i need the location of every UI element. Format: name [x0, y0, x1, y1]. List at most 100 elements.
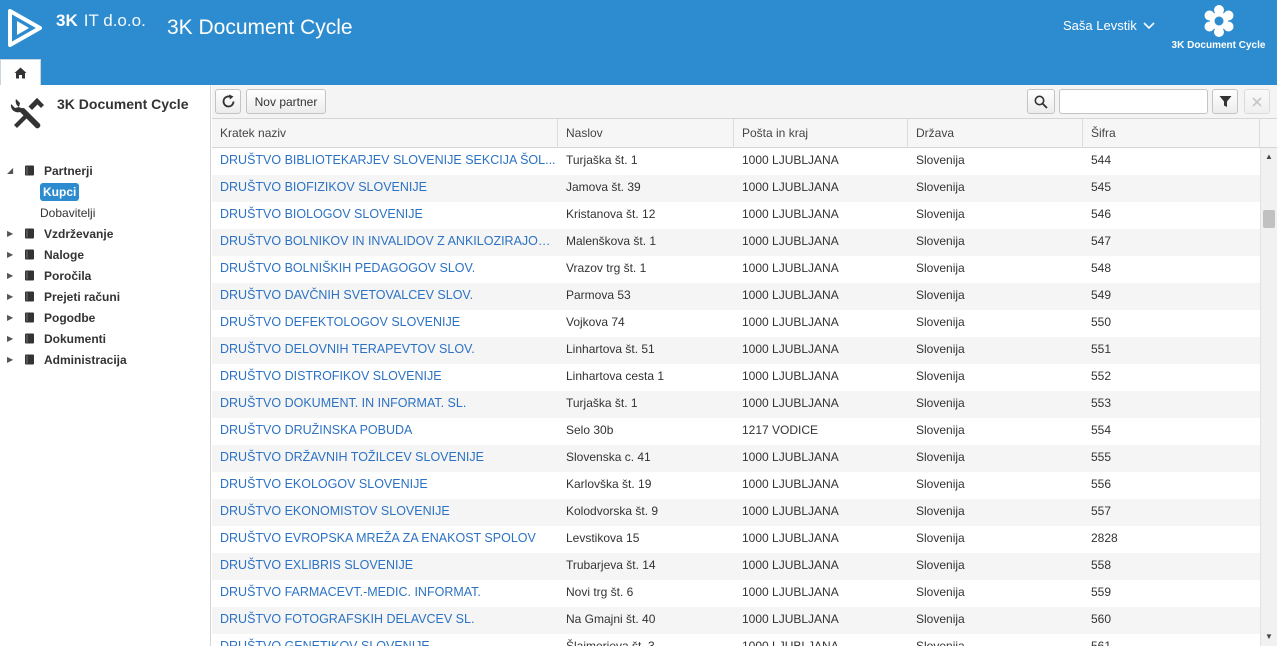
cell-kratek-naziv[interactable]: DRUŠTVO DISTROFIKOV SLOVENIJE: [212, 364, 558, 391]
table-row[interactable]: DRUŠTVO EKOLOGOV SLOVENIJE Karlovška št. …: [212, 472, 1260, 499]
cell-kratek-naziv[interactable]: DRUŠTVO GENETIKOV SLOVENIJE: [212, 634, 558, 646]
table-row[interactable]: DRUŠTVO DELOVNIH TERAPEVTOV SLOV. Linhart…: [212, 337, 1260, 364]
cell-kratek-naziv[interactable]: DRUŠTVO EXLIBRIS SLOVENIJE: [212, 553, 558, 580]
table-row[interactable]: DRUŠTVO EXLIBRIS SLOVENIJE Trubarjeva št.…: [212, 553, 1260, 580]
tree-item-label: Dokumenti: [44, 331, 107, 346]
table-row[interactable]: DRUŠTVO BOLNIŠKIH PEDAGOGOV SLOV. Vrazov …: [212, 256, 1260, 283]
brand-logo[interactable]: 3K Document Cycle: [1166, 4, 1271, 51]
table-row[interactable]: DRUŠTVO GENETIKOV SLOVENIJE Šlajmerjeva š…: [212, 634, 1260, 646]
scroll-up-arrow-icon[interactable]: ▲: [1261, 150, 1277, 164]
vertical-scrollbar[interactable]: ▲ ▼: [1260, 148, 1277, 646]
tree-item-pogodbe[interactable]: ▶ Pogodbe: [0, 307, 211, 328]
table-row[interactable]: DRUŠTVO BIOLOGOV SLOVENIJE Kristanova št.…: [212, 202, 1260, 229]
cell-posta-in-kraj: 1000 LJUBLJANA: [742, 369, 839, 383]
user-menu[interactable]: Saša Levstik: [1063, 18, 1155, 33]
refresh-icon: [222, 94, 234, 108]
cell-sifra: 561: [1091, 639, 1112, 646]
book-icon: [25, 354, 34, 365]
column-header-drzava[interactable]: Država: [908, 119, 1083, 148]
cell-kratek-naziv[interactable]: DRUŠTVO BOLNIŠKIH PEDAGOGOV SLOV.: [212, 256, 558, 283]
tree-item-vzdrzevanje[interactable]: ▶ Vzdrževanje: [0, 223, 211, 244]
table-row[interactable]: DRUŠTVO DISTROFIKOV SLOVENIJE Linhartova …: [212, 364, 1260, 391]
home-tab[interactable]: [0, 59, 41, 85]
cell-sifra: 550: [1091, 315, 1112, 329]
clear-filter-button[interactable]: [1244, 89, 1270, 114]
scroll-down-arrow-icon[interactable]: ▼: [1261, 630, 1277, 644]
collapsed-arrow-icon[interactable]: ▶: [7, 355, 17, 364]
cell-sifra: 558: [1091, 558, 1112, 572]
cell-kratek-naziv[interactable]: DRUŠTVO DAVČNIH SVETOVALCEV SLOV.: [212, 283, 558, 310]
cell-kratek-naziv[interactable]: DRUŠTVO BIOLOGOV SLOVENIJE: [212, 202, 558, 229]
table-row[interactable]: DRUŠTVO BOLNIKOV IN INVALIDOV Z ANKILOZI…: [212, 229, 1260, 256]
cell-kratek-naziv[interactable]: DRUŠTVO BIBLIOTEKARJEV SLOVENIJE SEKCIJA…: [212, 148, 558, 175]
collapsed-arrow-icon[interactable]: ▶: [7, 313, 17, 322]
cell-kratek-naziv[interactable]: DRUŠTVO BIOFIZIKOV SLOVENIJE: [212, 175, 558, 202]
table-row[interactable]: DRUŠTVO FOTOGRAFSKIH DELAVCEV SL. Na Gmaj…: [212, 607, 1260, 634]
table-row[interactable]: DRUŠTVO EKONOMISTOV SLOVENIJE Kolodvorska…: [212, 499, 1260, 526]
tree-item-label: Naloge: [44, 247, 85, 262]
table-row[interactable]: DRUŠTVO BIOFIZIKOV SLOVENIJE Jamova št. 3…: [212, 175, 1260, 202]
cell-kratek-naziv[interactable]: DRUŠTVO BOLNIKOV IN INVALIDOV Z ANKILOZI…: [212, 229, 558, 256]
cell-drzava: Slovenija: [916, 315, 965, 329]
cell-kratek-naziv[interactable]: DRUŠTVO FARMACEVT.-MEDIC. INFORMAT.: [212, 580, 558, 607]
tree-item-label: Partnerji: [44, 163, 93, 178]
table-row[interactable]: DRUŠTVO DEFEKTOLOGOV SLOVENIJE Vojkova 74…: [212, 310, 1260, 337]
scroll-thumb[interactable]: [1263, 210, 1275, 228]
cell-posta-in-kraj: 1000 LJUBLJANA: [742, 315, 839, 329]
cell-posta-in-kraj: 1000 LJUBLJANA: [742, 450, 839, 464]
play-triangle-logo-icon[interactable]: [6, 8, 44, 48]
cell-sifra: 545: [1091, 180, 1112, 194]
expanded-arrow-icon[interactable]: ◢: [7, 166, 17, 175]
cell-kratek-naziv[interactable]: DRUŠTVO DOKUMENT. IN INFORMAT. SL.: [212, 391, 558, 418]
collapsed-arrow-icon[interactable]: ▶: [7, 250, 17, 259]
cell-kratek-naziv[interactable]: DRUŠTVO DEFEKTOLOGOV SLOVENIJE: [212, 310, 558, 337]
app-header: 3K IT d.o.o. 3K Document Cycle Saša Levst…: [0, 0, 1277, 85]
cell-kratek-naziv[interactable]: DRUŠTVO EKOLOGOV SLOVENIJE: [212, 472, 558, 499]
filter-button[interactable]: [1212, 89, 1238, 114]
cell-naslov: Linhartova cesta 1: [566, 369, 665, 383]
cell-kratek-naziv[interactable]: DRUŠTVO EVROPSKA MREŽA ZA ENAKOST SPOLOV: [212, 526, 558, 553]
refresh-button[interactable]: [215, 89, 241, 114]
table-row[interactable]: DRUŠTVO DAVČNIH SVETOVALCEV SLOV. Parmova…: [212, 283, 1260, 310]
table-row[interactable]: DRUŠTVO DOKUMENT. IN INFORMAT. SL. Turjaš…: [212, 391, 1260, 418]
search-input[interactable]: [1059, 89, 1208, 114]
cell-posta-in-kraj: 1000 LJUBLJANA: [742, 207, 839, 221]
collapsed-arrow-icon[interactable]: ▶: [7, 271, 17, 280]
collapsed-arrow-icon[interactable]: ▶: [7, 229, 17, 238]
tree-item-label: Vzdrževanje: [44, 226, 114, 241]
table-row[interactable]: DRUŠTVO FARMACEVT.-MEDIC. INFORMAT. Novi …: [212, 580, 1260, 607]
tree-subitem-kupci[interactable]: Kupci: [0, 181, 211, 202]
column-header-posta-in-kraj[interactable]: Pošta in kraj: [734, 119, 908, 148]
tree-item-naloge[interactable]: ▶ Naloge: [0, 244, 211, 265]
column-header-sifra[interactable]: Šifra: [1083, 119, 1260, 148]
cell-kratek-naziv[interactable]: DRUŠTVO DRUŽINSKA POBUDA: [212, 418, 558, 445]
cell-naslov: Kolodvorska št. 9: [566, 504, 659, 518]
cell-kratek-naziv[interactable]: DRUŠTVO DRŽAVNIH TOŽILCEV SLOVENIJE: [212, 445, 558, 472]
search-button[interactable]: [1027, 89, 1055, 114]
new-partner-button[interactable]: Nov partner: [246, 89, 326, 114]
cell-posta-in-kraj: 1000 LJUBLJANA: [742, 558, 839, 572]
tree-item-administracija[interactable]: ▶ Administracija: [0, 349, 211, 370]
tree-item-porocila[interactable]: ▶ Poročila: [0, 265, 211, 286]
cell-naslov: Turjaška št. 1: [566, 153, 638, 167]
tree-subitem-label: Kupci: [40, 182, 80, 201]
column-header-naslov[interactable]: Naslov: [558, 119, 734, 148]
tree-item-partnerji[interactable]: ◢ Partnerji: [0, 160, 211, 181]
column-header-kratek-naziv[interactable]: Kratek naziv: [212, 119, 558, 148]
cell-kratek-naziv[interactable]: DRUŠTVO EKONOMISTOV SLOVENIJE: [212, 499, 558, 526]
cell-kratek-naziv[interactable]: DRUŠTVO DELOVNIH TERAPEVTOV SLOV.: [212, 337, 558, 364]
cell-naslov: Turjaška št. 1: [566, 396, 638, 410]
sidebar-title: 3K Document Cycle: [57, 96, 189, 112]
tree-item-prejeti-racuni[interactable]: ▶ Prejeti računi: [0, 286, 211, 307]
cell-posta-in-kraj: 1000 LJUBLJANA: [742, 288, 839, 302]
table-row[interactable]: DRUŠTVO EVROPSKA MREŽA ZA ENAKOST SPOLOV…: [212, 526, 1260, 553]
cell-drzava: Slovenija: [916, 585, 965, 599]
table-row[interactable]: DRUŠTVO DRUŽINSKA POBUDA Selo 30b 1217 VOD…: [212, 418, 1260, 445]
tree-item-dokumenti[interactable]: ▶ Dokumenti: [0, 328, 211, 349]
table-row[interactable]: DRUŠTVO DRŽAVNIH TOŽILCEV SLOVENIJE Slove…: [212, 445, 1260, 472]
table-row[interactable]: DRUŠTVO BIBLIOTEKARJEV SLOVENIJE SEKCIJA…: [212, 148, 1260, 175]
collapsed-arrow-icon[interactable]: ▶: [7, 292, 17, 301]
tree-subitem-dobavitelji[interactable]: Dobavitelji: [0, 202, 211, 223]
collapsed-arrow-icon[interactable]: ▶: [7, 334, 17, 343]
cell-kratek-naziv[interactable]: DRUŠTVO FOTOGRAFSKIH DELAVCEV SL.: [212, 607, 558, 634]
